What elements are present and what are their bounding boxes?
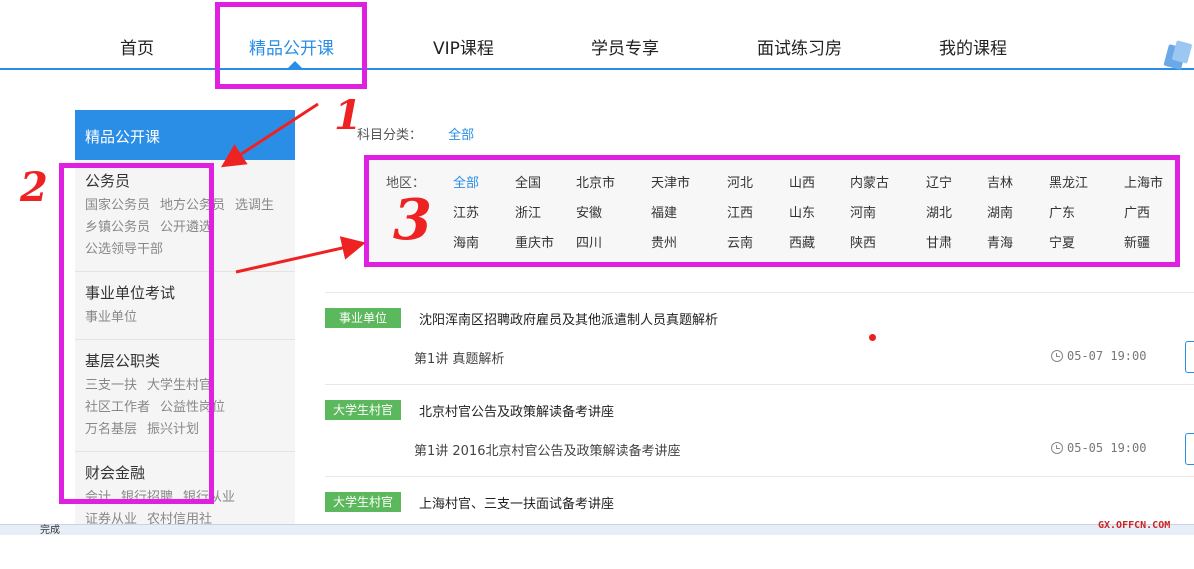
course-title[interactable]: 沈阳浑南区招聘政府雇员及其他派遣制人员真题解析 (419, 309, 718, 328)
lesson-time: 05-07 19:00 (1051, 349, 1146, 363)
cursor-dot (869, 334, 876, 341)
lesson-time: 05-05 19:00 (1051, 441, 1146, 455)
nav-item-my-courses[interactable]: 我的课程 (939, 34, 1007, 59)
nav-item-vip[interactable]: VIP课程 (433, 34, 494, 59)
annotation-box-1 (215, 2, 367, 89)
annotation-number-2: 2 (20, 164, 48, 211)
app-icon[interactable] (1162, 38, 1194, 70)
annotation-box-3 (364, 155, 1180, 267)
subject-filter: 科目分类： 全部 (357, 124, 474, 143)
enter-button[interactable] (1185, 341, 1194, 373)
sidebar-heading: 精品公开课 (75, 110, 295, 160)
sidebar-link[interactable]: 选调生 (235, 195, 274, 217)
course-list: 事业单位 沈阳浑南区招聘政府雇员及其他派遣制人员真题解析 第1讲 真题解析 05… (325, 292, 1194, 535)
watermark: GX.OFFCN.COM (1098, 520, 1171, 531)
category-tag: 大学生村官 (325, 492, 401, 512)
course-row[interactable]: 大学生村官 上海村官、三支一扶面试备考讲座 (325, 477, 1194, 569)
nav-item-interview[interactable]: 面试练习房 (757, 34, 842, 59)
top-nav: 首页 精品公开课 VIP课程 学员专享 面试练习房 我的课程 (0, 0, 1194, 70)
course-row[interactable]: 事业单位 沈阳浑南区招聘政府雇员及其他派遣制人员真题解析 第1讲 真题解析 05… (325, 293, 1194, 385)
clock-icon (1051, 442, 1063, 454)
lesson-title[interactable]: 第1讲 真题解析 (414, 348, 504, 367)
lesson-time-text: 05-07 19:00 (1067, 349, 1147, 363)
annotation-number-1: 1 (334, 92, 362, 139)
nav-item-home[interactable]: 首页 (120, 34, 154, 59)
status-bar: 完成 (0, 524, 1194, 536)
lesson-time-text: 05-05 19:00 (1067, 441, 1147, 455)
category-tag: 事业单位 (325, 308, 401, 328)
clock-icon (1051, 350, 1063, 362)
enter-button[interactable] (1185, 433, 1194, 465)
course-title[interactable]: 北京村官公告及政策解读备考讲座 (419, 401, 614, 420)
annotation-number-3: 3 (393, 187, 432, 253)
status-text: 完成 (40, 525, 60, 536)
course-row[interactable]: 大学生村官 北京村官公告及政策解读备考讲座 第1讲 2016北京村官公告及政策解… (325, 385, 1194, 477)
subject-filter-label: 科目分类： (357, 128, 423, 143)
course-title[interactable]: 上海村官、三支一扶面试备考讲座 (419, 493, 614, 512)
annotation-box-2 (59, 163, 214, 504)
lesson-title[interactable]: 第1讲 2016北京村官公告及政策解读备考讲座 (414, 440, 681, 459)
category-tag: 大学生村官 (325, 400, 401, 420)
subject-all-link[interactable]: 全部 (448, 128, 474, 143)
nav-item-student[interactable]: 学员专享 (591, 34, 659, 59)
